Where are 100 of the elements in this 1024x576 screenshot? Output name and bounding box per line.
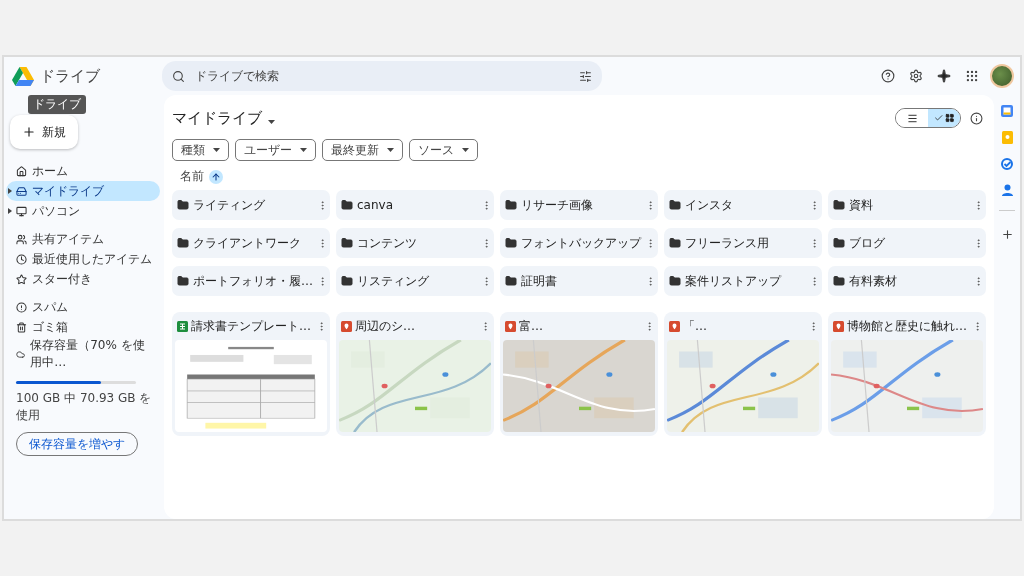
folder-name: ブログ [849,234,886,252]
folder-name: インスタ [685,196,734,214]
caret-icon [462,148,469,152]
sidebar-item[interactable]: マイドライブ [6,181,160,201]
folder-icon [177,275,189,287]
grid-view-toggle[interactable] [928,109,960,127]
filter-chip[interactable]: 種類 [172,139,229,161]
folder-name: フォントバックアップ [521,234,641,252]
arrow-up-icon [211,171,221,182]
file-card[interactable]: 「… [664,312,822,436]
caret-icon [387,148,394,152]
folder-name: ポートフォリオ・履… [193,272,313,290]
folder-icon [833,199,845,211]
page-title[interactable]: マイドライブ [172,108,262,128]
caret-icon [300,148,307,152]
folder-card[interactable]: canva [336,190,494,220]
grid-icon [944,113,954,123]
folder-card[interactable]: インスタ [664,190,822,220]
sidebar-item[interactable]: 保存容量（70% を使用中… [6,337,160,371]
plus-icon [22,125,36,139]
alert-icon [16,301,27,313]
map-pin-icon [833,320,844,332]
star-icon [16,273,27,285]
sort-label[interactable]: 名前 [180,168,204,185]
view-toggle[interactable] [895,108,961,128]
file-card[interactable]: 博物館と歴史に触れ… [828,312,986,436]
sidebar-item[interactable]: パソコン [6,201,160,221]
folder-card[interactable]: 資料 [828,190,986,220]
folder-card[interactable]: 有料素材 [828,266,986,296]
folder-icon [669,275,681,287]
drive-logo-icon [12,66,34,86]
folder-card[interactable]: 証明書 [500,266,658,296]
file-name: 周辺のシ… [355,317,416,335]
folder-card[interactable]: クライアントワーク [172,228,330,258]
file-card[interactable]: 富… [500,312,658,436]
file-name: 富… [519,317,544,335]
list-icon [906,112,918,124]
folder-card[interactable]: ブログ [828,228,986,258]
folder-icon [505,199,517,211]
sidebar-item[interactable]: スパム [6,297,160,317]
tooltip: ドライブ [28,95,86,114]
filter-chip[interactable]: 最終更新 [322,139,403,161]
new-button[interactable]: 新規 [10,115,78,149]
folder-name: クライアントワーク [193,234,302,252]
folder-name: ライティング [193,196,266,214]
expand-caret-icon[interactable] [8,188,12,194]
folder-icon [177,199,189,211]
folder-icon [505,237,517,249]
folder-name: コンテンツ [357,234,418,252]
folder-card[interactable]: ポートフォリオ・履… [172,266,330,296]
folder-name: 証明書 [521,272,558,290]
folder-icon [669,237,681,249]
search-bar[interactable]: ドライブで検索 [162,61,602,91]
folder-card[interactable]: リサーチ画像 [500,190,658,220]
folder-icon [669,199,681,211]
avatar[interactable] [990,64,1014,88]
expand-caret-icon[interactable] [8,208,12,214]
caret-icon [268,119,275,124]
tasks-icon[interactable] [1001,158,1013,170]
sort-direction-button[interactable] [209,169,223,184]
folder-icon [833,237,845,249]
search-icon [172,69,185,83]
folder-icon [341,237,353,249]
search-input[interactable]: ドライブで検索 [193,68,571,84]
spreadsheet-icon [177,320,188,332]
file-card[interactable]: 請求書テンプレート… [172,312,330,436]
check-icon [934,113,944,123]
folder-icon [505,275,517,287]
sidebar-item[interactable]: ホーム [6,161,160,181]
sidebar-item[interactable]: 共有アイテム [6,229,160,249]
sidebar-item[interactable]: スター付き [6,269,160,289]
filter-icon[interactable] [579,69,592,83]
shared-icon [16,233,27,245]
contacts-icon[interactable] [1001,184,1013,196]
folder-icon [833,275,845,287]
folder-card[interactable]: 案件リストアップ [664,266,822,296]
folder-card[interactable]: ライティング [172,190,330,220]
trash-icon [16,321,27,333]
folder-card[interactable]: フォントバックアップ [500,228,658,258]
map-pin-icon [669,320,680,332]
filter-chip[interactable]: ソース [409,139,478,161]
file-name: 「… [683,317,708,335]
filter-chip[interactable]: ユーザー [235,139,316,161]
map-pin-icon [341,320,352,332]
calendar-icon[interactable] [1001,105,1013,117]
keep-icon[interactable] [1001,131,1013,144]
folder-name: 資料 [849,196,874,214]
sidebar-item[interactable]: ゴミ箱 [6,317,160,337]
folder-icon [177,237,189,249]
folder-card[interactable]: フリーランス用 [664,228,822,258]
file-name: 博物館と歴史に触れ… [847,317,968,335]
file-card[interactable]: 周辺のシ… [336,312,494,436]
clock-icon [16,253,27,265]
folder-card[interactable]: コンテンツ [336,228,494,258]
folder-name: 案件リストアップ [685,272,783,290]
folder-name: フリーランス用 [685,234,770,252]
folder-card[interactable]: リスティング [336,266,494,296]
folder-name: 有料素材 [849,272,898,290]
sidebar-item[interactable]: 最近使用したアイテム [6,249,160,269]
folder-name: リスティング [357,272,430,290]
